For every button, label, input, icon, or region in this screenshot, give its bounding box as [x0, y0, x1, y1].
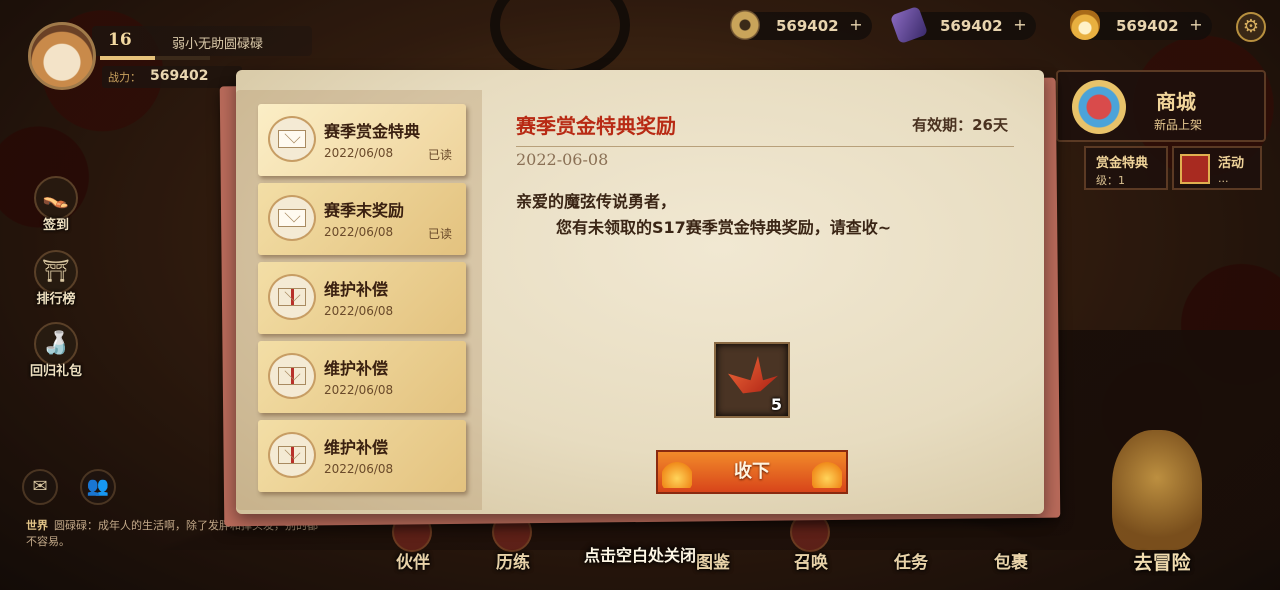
- mail-validity: 有效期：26天: [912, 116, 1008, 134]
- chat-channel: 世界: [26, 519, 48, 532]
- mail-item-date: 2022/06/08: [324, 225, 394, 239]
- player-name-bar: 16 弱小无助圆碌碌: [92, 26, 312, 56]
- mail-dialog: 赛季赏金特典 2022/06/08 已读 赛季末奖励 2022/06/08 已读…: [236, 70, 1044, 514]
- power-label: 战力：: [108, 71, 141, 84]
- mail-list-item[interactable]: 维护补偿 2022/06/08: [258, 341, 466, 413]
- leaderboard-button[interactable]: ⛩ 排行榜: [22, 250, 90, 307]
- currency-value: 569402: [776, 17, 839, 35]
- reward-item[interactable]: 5: [714, 342, 790, 418]
- return-gift-label: 回归礼包: [29, 364, 82, 379]
- currency-coins: 569402 +: [730, 10, 872, 40]
- mail-date: 2022-06-08: [516, 150, 609, 169]
- mail-list-item[interactable]: 赛季末奖励 2022/06/08 已读: [258, 183, 466, 255]
- leaderboard-label: 排行榜: [36, 292, 76, 307]
- mail-list[interactable]: 赛季赏金特典 2022/06/08 已读 赛季末奖励 2022/06/08 已读…: [236, 90, 482, 510]
- currency-tokens: 569402 +: [1070, 10, 1212, 40]
- mail-content: 赛季赏金特典奖励 有效期：26天 2022-06-08 亲爱的魔弦传说勇者， 您…: [492, 70, 1044, 514]
- sealed-letter-icon: [268, 274, 316, 320]
- checkin-button[interactable]: 👡 签到: [22, 176, 90, 233]
- bounty-pass-level: 级：1: [1096, 174, 1125, 187]
- mail-envelope-icon[interactable]: ✉: [22, 469, 58, 505]
- background-ring: [490, 0, 630, 80]
- claim-button[interactable]: 收下: [656, 450, 848, 494]
- currency-value: 569402: [1116, 17, 1179, 35]
- mail-item-title: 赛季末奖励: [324, 201, 405, 220]
- pinwheel-icon: [1072, 80, 1126, 134]
- player-name: 弱小无助圆碌碌: [172, 37, 264, 52]
- friends-icon[interactable]: 👥: [80, 469, 116, 505]
- add-gems-button[interactable]: +: [1010, 16, 1030, 36]
- mail-item-status: 已读: [427, 148, 452, 162]
- gift-box-icon: [1180, 154, 1210, 184]
- combat-power: 战力： 569402: [102, 66, 242, 88]
- shop-button[interactable]: 商城 新品上架: [1056, 70, 1266, 142]
- checkin-label: 签到: [42, 218, 69, 233]
- shop-title: 商城: [1156, 90, 1196, 114]
- mail-body: 您有未领取的S17赛季赏金特典奖励，请查收~: [556, 218, 892, 237]
- mail-list-item[interactable]: 维护补偿 2022/06/08: [258, 420, 466, 492]
- mail-title: 赛季赏金特典奖励: [516, 114, 676, 138]
- power-value: 569402: [150, 68, 209, 84]
- sealed-letter-icon: [268, 353, 316, 399]
- player-level: 16: [108, 30, 132, 50]
- open-envelope-icon: [268, 195, 316, 241]
- mail-item-title: 维护补偿: [324, 438, 389, 457]
- events-button[interactable]: 活动 ...: [1172, 146, 1262, 190]
- mail-item-date: 2022/06/08: [324, 304, 394, 318]
- mail-item-title: 赛季赏金特典: [324, 122, 421, 141]
- bounty-pass-title: 赏金特典: [1096, 156, 1149, 171]
- divider: [516, 146, 1014, 147]
- events-title: 活动: [1218, 156, 1245, 171]
- sealed-letter-icon: [268, 432, 316, 478]
- mail-item-date: 2022/06/08: [324, 462, 394, 476]
- open-envelope-icon: [268, 116, 316, 162]
- currency-value: 569402: [940, 17, 1003, 35]
- events-sub: ...: [1218, 172, 1229, 185]
- currency-gems: 569402 +: [889, 5, 1036, 45]
- mail-list-item[interactable]: 维护补偿 2022/06/08: [258, 262, 466, 334]
- mail-item-title: 维护补偿: [324, 359, 389, 378]
- add-coins-button[interactable]: +: [846, 16, 866, 36]
- lucky-cat-icon: [1112, 430, 1202, 550]
- shop-subtitle: 新品上架: [1154, 118, 1203, 132]
- mail-list-item[interactable]: 赛季赏金特典 2022/06/08 已读: [258, 104, 466, 176]
- close-hint[interactable]: 点击空白处关闭: [0, 542, 1280, 566]
- return-gift-button[interactable]: 🍶 回归礼包: [22, 322, 90, 379]
- settings-gear-icon[interactable]: ⚙: [1236, 12, 1266, 42]
- paper-crane-icon: [728, 356, 778, 394]
- reward-count: 5: [770, 395, 782, 414]
- player-avatar[interactable]: [28, 22, 96, 90]
- bounty-pass-button[interactable]: 赏金特典 级：1: [1084, 146, 1168, 190]
- mail-greeting: 亲爱的魔弦传说勇者，: [516, 192, 677, 211]
- add-tokens-button[interactable]: +: [1186, 16, 1206, 36]
- purple-gem-icon: [889, 5, 929, 45]
- coin-icon: [730, 10, 760, 40]
- fox-mask-icon: [1070, 10, 1100, 40]
- mail-item-date: 2022/06/08: [324, 146, 394, 160]
- mail-item-status: 已读: [427, 227, 452, 241]
- exp-bar: [100, 56, 210, 60]
- mail-item-date: 2022/06/08: [324, 383, 394, 397]
- mail-item-title: 维护补偿: [324, 280, 389, 299]
